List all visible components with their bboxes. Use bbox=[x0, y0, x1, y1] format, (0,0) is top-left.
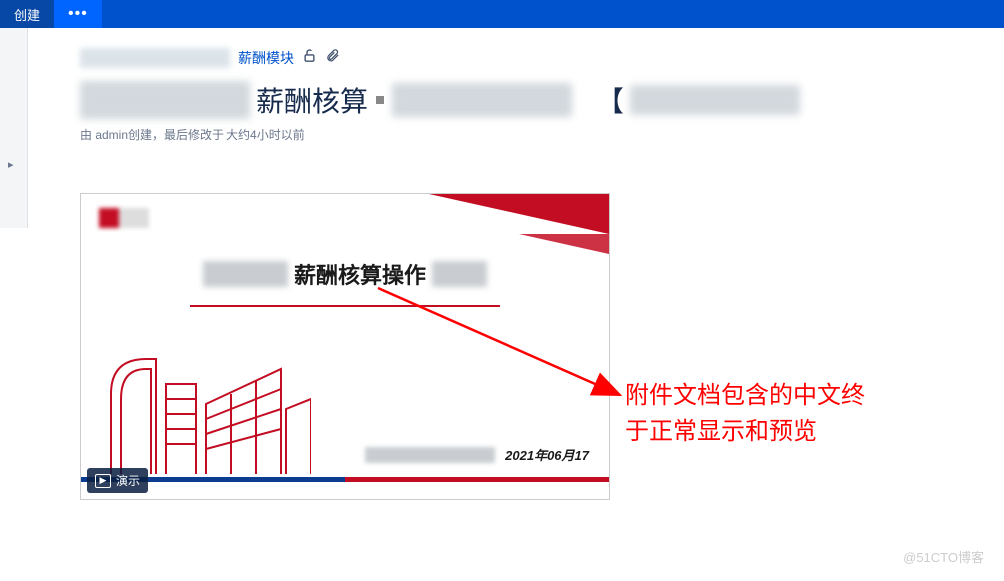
slide-date-row: 2021年06月17 bbox=[365, 445, 589, 464]
title-blur-1 bbox=[80, 81, 250, 119]
create-button[interactable]: 创建 bbox=[0, 0, 54, 28]
presentation-icon: ▶ bbox=[95, 474, 111, 488]
breadcrumb-module-link[interactable]: 薪酬模块 bbox=[238, 48, 294, 68]
meta-prefix: 由 admin创建，最后修改于 bbox=[80, 126, 224, 143]
annotation-line-1: 附件文档包含的中文终 bbox=[625, 378, 865, 414]
title-dot bbox=[376, 96, 384, 104]
slide-underline bbox=[190, 305, 500, 307]
preview-badge[interactable]: ▶ 演示 bbox=[87, 468, 148, 493]
attachment-icon[interactable] bbox=[325, 48, 340, 68]
breadcrumb-blur bbox=[80, 48, 230, 68]
stripe-red bbox=[345, 477, 609, 499]
attachment-slide: 薪酬核算操作 bbox=[81, 194, 609, 499]
slide-date: 2021年06月17 bbox=[505, 445, 589, 464]
meta-suffix: 大约4小时以前 bbox=[226, 126, 305, 143]
unlock-icon[interactable] bbox=[302, 48, 317, 68]
attachment-preview[interactable]: 薪酬核算操作 bbox=[80, 193, 610, 500]
slide-title-row: 薪酬核算操作 bbox=[99, 258, 591, 290]
page-title-row: 薪酬核算 【 bbox=[80, 80, 974, 120]
slide-title-blur-left bbox=[203, 261, 288, 287]
page-meta: 由 admin创建，最后修改于 大约4小时以前 bbox=[80, 126, 974, 143]
watermark: @51CTO博客 bbox=[903, 547, 984, 566]
title-blur-3 bbox=[630, 85, 800, 115]
title-blur-2 bbox=[392, 83, 572, 117]
more-button[interactable]: ••• bbox=[54, 0, 102, 28]
decor-triangle-2 bbox=[519, 234, 609, 254]
decor-triangle-1 bbox=[429, 194, 609, 234]
preview-badge-label: 演示 bbox=[116, 472, 140, 489]
annotation-line-2: 于正常显示和预览 bbox=[625, 414, 865, 450]
annotation-text: 附件文档包含的中文终 于正常显示和预览 bbox=[625, 378, 865, 450]
slide-title: 薪酬核算操作 bbox=[294, 258, 426, 290]
date-blur bbox=[365, 447, 495, 463]
building-graphic bbox=[101, 339, 311, 474]
top-bar: 创建 ••• bbox=[0, 0, 1004, 28]
slide-bottom-stripe bbox=[81, 477, 609, 499]
slide-title-blur-right bbox=[432, 261, 487, 287]
slide-logo-blur bbox=[99, 208, 149, 228]
breadcrumb: 薪酬模块 bbox=[80, 48, 974, 68]
title-bracket: 【 bbox=[596, 80, 624, 120]
page-title: 薪酬核算 bbox=[256, 80, 368, 120]
